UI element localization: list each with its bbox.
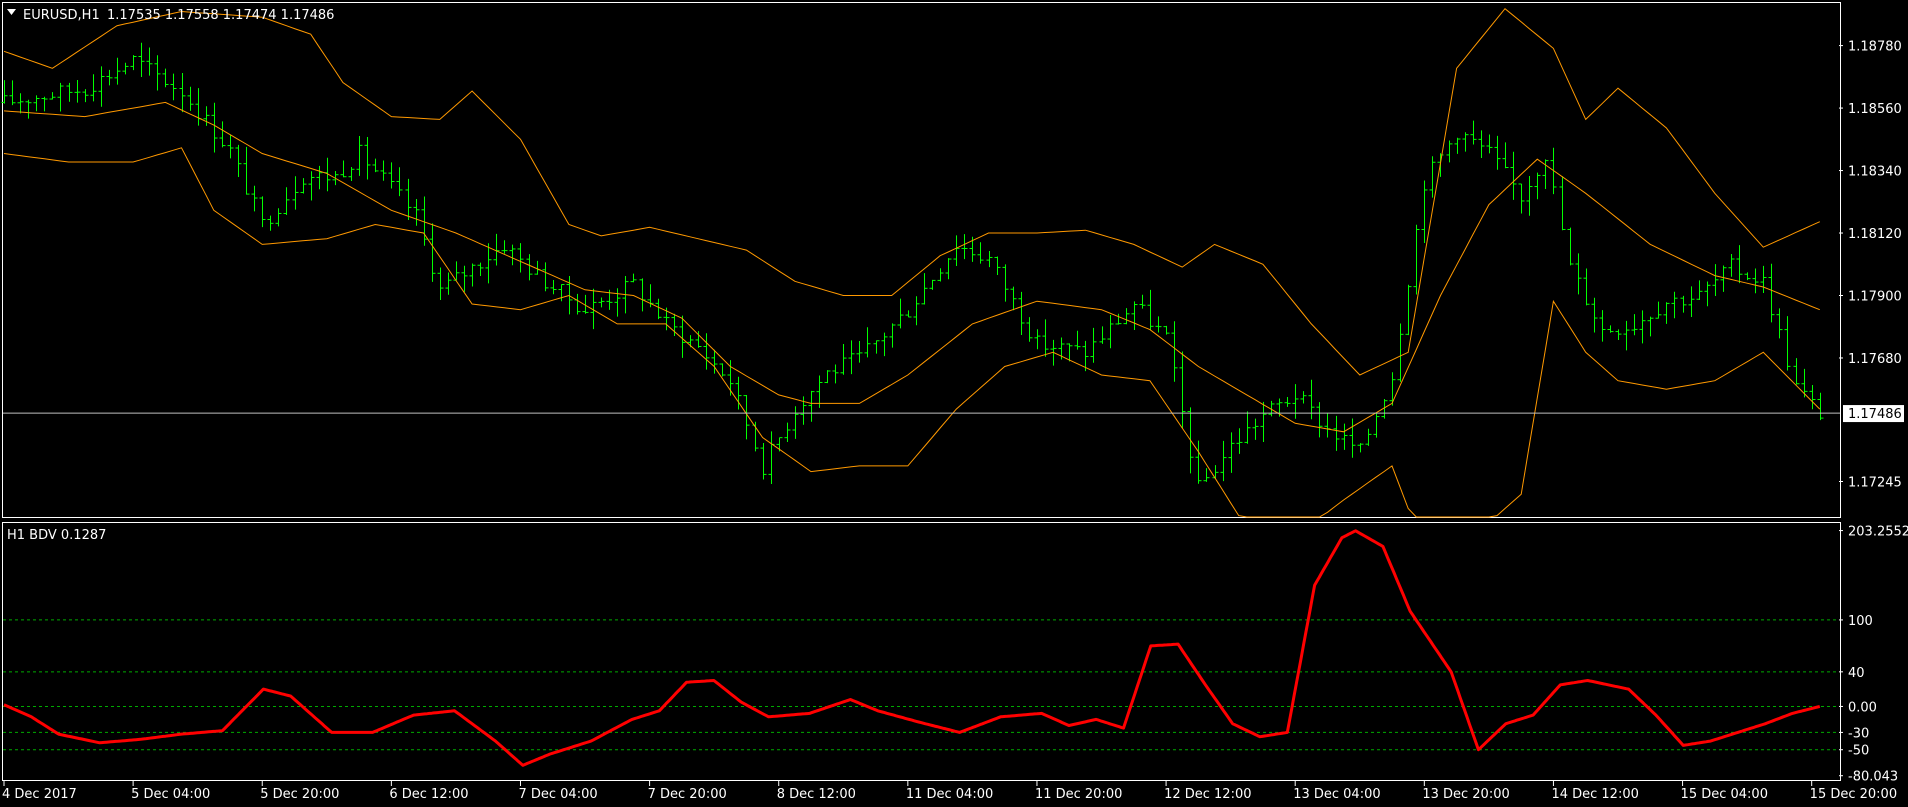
time-tick-label: 8 Dec 12:00: [777, 787, 856, 802]
time-tick-label: 4 Dec 2017: [2, 787, 77, 802]
price-tick-label: 1.18560: [1848, 102, 1902, 117]
price-tick-label: 1.18780: [1848, 40, 1902, 55]
time-tick-label: 13 Dec 20:00: [1422, 787, 1509, 802]
ohlc-values: 1.17535 1.17558 1.17474 1.17486: [107, 8, 334, 23]
symbol-label: EURUSD,H1: [23, 8, 100, 23]
indicator-tick-label: 100: [1848, 614, 1873, 629]
time-tick-label: 15 Dec 04:00: [1681, 787, 1768, 802]
price-tick-label: 1.18120: [1848, 227, 1902, 242]
chart-background: [0, 0, 1908, 807]
time-tick-label: 15 Dec 20:00: [1810, 787, 1897, 802]
price-tick-label: 1.17245: [1848, 476, 1902, 491]
indicator-tick-label: -30: [1848, 726, 1869, 741]
time-tick-label: 5 Dec 20:00: [260, 787, 339, 802]
indicator-tick-label: -50: [1848, 744, 1869, 759]
indicator-tick-label: 0.00: [1848, 700, 1877, 715]
price-tick-label: 1.18340: [1848, 165, 1902, 180]
time-tick-label: 7 Dec 20:00: [648, 787, 727, 802]
chart-canvas: 1.18780 1.18560 1.18340 1.18120 1.17900 1.176…: [0, 0, 1908, 807]
time-tick-label: 5 Dec 04:00: [131, 787, 210, 802]
current-price-label: 1.17486: [1848, 407, 1902, 422]
indicator-tick-label: 40: [1848, 666, 1865, 681]
indicator-tick-label: 203.2552: [1848, 525, 1908, 540]
time-tick-label: 6 Dec 12:00: [389, 787, 468, 802]
current-price-tag: 1.17486: [1843, 405, 1904, 423]
time-tick-label: 14 Dec 12:00: [1551, 787, 1638, 802]
indicator-tick-label: -80.043: [1848, 770, 1898, 785]
time-tick-label: 11 Dec 20:00: [1035, 787, 1122, 802]
symbol-header: EURUSD,H1 1.17535 1.17558 1.17474 1.1748…: [7, 8, 334, 23]
price-tick-label: 1.17900: [1848, 289, 1902, 304]
indicator-label: H1 BDV 0.1287: [7, 528, 106, 543]
price-tick-label: 1.17680: [1848, 352, 1902, 367]
time-tick-label: 12 Dec 12:00: [1164, 787, 1251, 802]
time-tick-label: 13 Dec 04:00: [1293, 787, 1380, 802]
time-tick-label: 7 Dec 04:00: [518, 787, 597, 802]
time-tick-label: 11 Dec 04:00: [906, 787, 993, 802]
